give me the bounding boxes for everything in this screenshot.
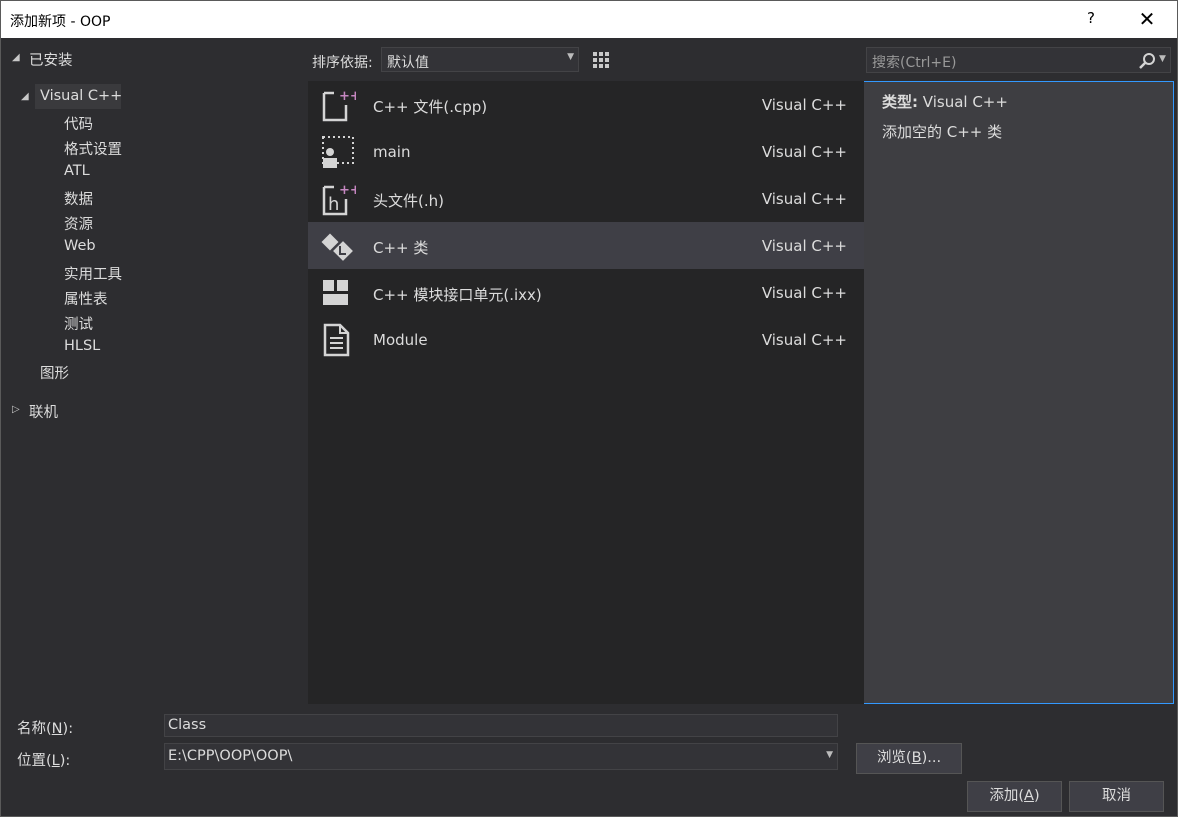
- cpp-class-icon: [321, 233, 353, 261]
- window-title: 添加新项 - OOP: [10, 14, 111, 30]
- svg-text:++: ++: [339, 89, 356, 104]
- tree-item-hlsl[interactable]: HLSL: [64, 338, 100, 354]
- template-row-module-interface[interactable]: C++ 模块接口单元(.ixx) Visual C++: [308, 269, 864, 316]
- tree-item-resources[interactable]: 资源: [64, 213, 93, 234]
- tree-item-installed[interactable]: 已安装: [29, 49, 73, 70]
- tree-item-online[interactable]: 联机: [29, 401, 58, 422]
- sort-value: 默认值: [387, 55, 429, 71]
- template-language: Visual C++: [761, 143, 847, 161]
- grid-view-icon: [593, 52, 609, 68]
- template-description: 添加空的 C++ 类: [882, 123, 1003, 141]
- tree-item-data[interactable]: 数据: [64, 188, 93, 209]
- tree-item-web[interactable]: Web: [64, 238, 96, 254]
- type-value: Visual C++: [922, 93, 1008, 111]
- help-button[interactable]: ?: [1081, 9, 1101, 29]
- template-category-tree: ◢ 已安装 ◢ Visual C++ 代码 格式设置 ATL 数据 资源 Web…: [1, 38, 306, 703]
- search-box[interactable]: 搜索(Ctrl+E) ▼: [866, 47, 1171, 73]
- name-input[interactable]: Class: [164, 714, 838, 737]
- tree-item-graphics[interactable]: 图形: [40, 362, 69, 383]
- cpp-file-icon: ++: [322, 89, 356, 122]
- sort-dropdown[interactable]: 默认值 ▼: [381, 47, 579, 72]
- template-row-module[interactable]: Module Visual C++: [308, 316, 864, 363]
- template-name: C++ 类: [373, 239, 429, 257]
- location-combobox[interactable]: E:\CPP\OOP\OOP\ ▼: [164, 743, 838, 770]
- template-language: Visual C++: [761, 331, 847, 349]
- main-icon: [322, 136, 354, 168]
- template-language: Visual C++: [761, 96, 847, 114]
- close-button[interactable]: ✕: [1135, 8, 1159, 32]
- template-name: C++ 模块接口单元(.ixx): [373, 286, 542, 304]
- tree-item-utility[interactable]: 实用工具: [64, 263, 122, 284]
- type-line: 类型: Visual C++: [882, 91, 1008, 112]
- tree-item-code[interactable]: 代码: [64, 113, 93, 134]
- location-value: E:\CPP\OOP\OOP\: [168, 748, 293, 764]
- collapse-arrow-icon[interactable]: ◢: [21, 91, 29, 102]
- chevron-down-icon[interactable]: ▼: [1159, 54, 1166, 64]
- tree-item-property-sheets[interactable]: 属性表: [64, 288, 108, 309]
- svg-text:h: h: [328, 194, 339, 215]
- template-name: Module: [373, 331, 428, 349]
- template-language: Visual C++: [761, 190, 847, 208]
- add-new-item-dialog: 添加新项 - OOP ? ✕ ◢ 已安装 ◢ Visual C++ 代码 格式设…: [0, 0, 1178, 817]
- template-name: main: [373, 143, 411, 161]
- type-label: 类型:: [882, 93, 918, 111]
- header-file-icon: h ++: [322, 183, 356, 216]
- tree-item-atl[interactable]: ATL: [64, 163, 90, 179]
- cancel-button[interactable]: 取消: [1069, 781, 1164, 812]
- search-icon[interactable]: [1137, 51, 1157, 71]
- search-placeholder: 搜索(Ctrl+E): [872, 55, 957, 71]
- browse-button[interactable]: 浏览(B)...: [856, 743, 962, 774]
- expand-arrow-icon[interactable]: ▷: [12, 404, 20, 415]
- tree-item-test[interactable]: 测试: [64, 313, 93, 334]
- template-list: ++ C++ 文件(.cpp) Visual C++ main Visual C…: [308, 81, 864, 704]
- collapse-arrow-icon[interactable]: ◢: [12, 52, 20, 63]
- title-bar: 添加新项 - OOP ? ✕: [1, 1, 1177, 38]
- grid-view-button[interactable]: [588, 47, 614, 73]
- svg-text:++: ++: [339, 183, 356, 198]
- template-language: Visual C++: [761, 237, 847, 255]
- chevron-down-icon: ▼: [567, 52, 574, 62]
- sort-label: 排序依据:: [312, 55, 373, 71]
- template-name: 头文件(.h): [373, 192, 444, 210]
- template-name: C++ 文件(.cpp): [373, 98, 488, 116]
- add-button[interactable]: 添加(A): [967, 781, 1062, 812]
- template-row-header-file[interactable]: h ++ 头文件(.h) Visual C++: [308, 175, 864, 222]
- chevron-down-icon[interactable]: ▼: [826, 750, 833, 760]
- location-label: 位置(L):: [17, 753, 71, 769]
- template-row-cpp-class[interactable]: C++ 类 Visual C++: [308, 222, 864, 269]
- template-row-main[interactable]: main Visual C++: [308, 128, 864, 175]
- tree-item-visual-cpp[interactable]: Visual C++: [40, 88, 122, 104]
- module-interface-icon: [323, 280, 348, 305]
- module-icon: [323, 323, 350, 357]
- tree-item-formatting[interactable]: 格式设置: [64, 138, 122, 159]
- details-panel: 类型: Visual C++ 添加空的 C++ 类: [866, 81, 1171, 704]
- name-label: 名称(N):: [17, 721, 74, 737]
- template-row-cpp-file[interactable]: ++ C++ 文件(.cpp) Visual C++: [308, 81, 864, 128]
- template-language: Visual C++: [761, 284, 847, 302]
